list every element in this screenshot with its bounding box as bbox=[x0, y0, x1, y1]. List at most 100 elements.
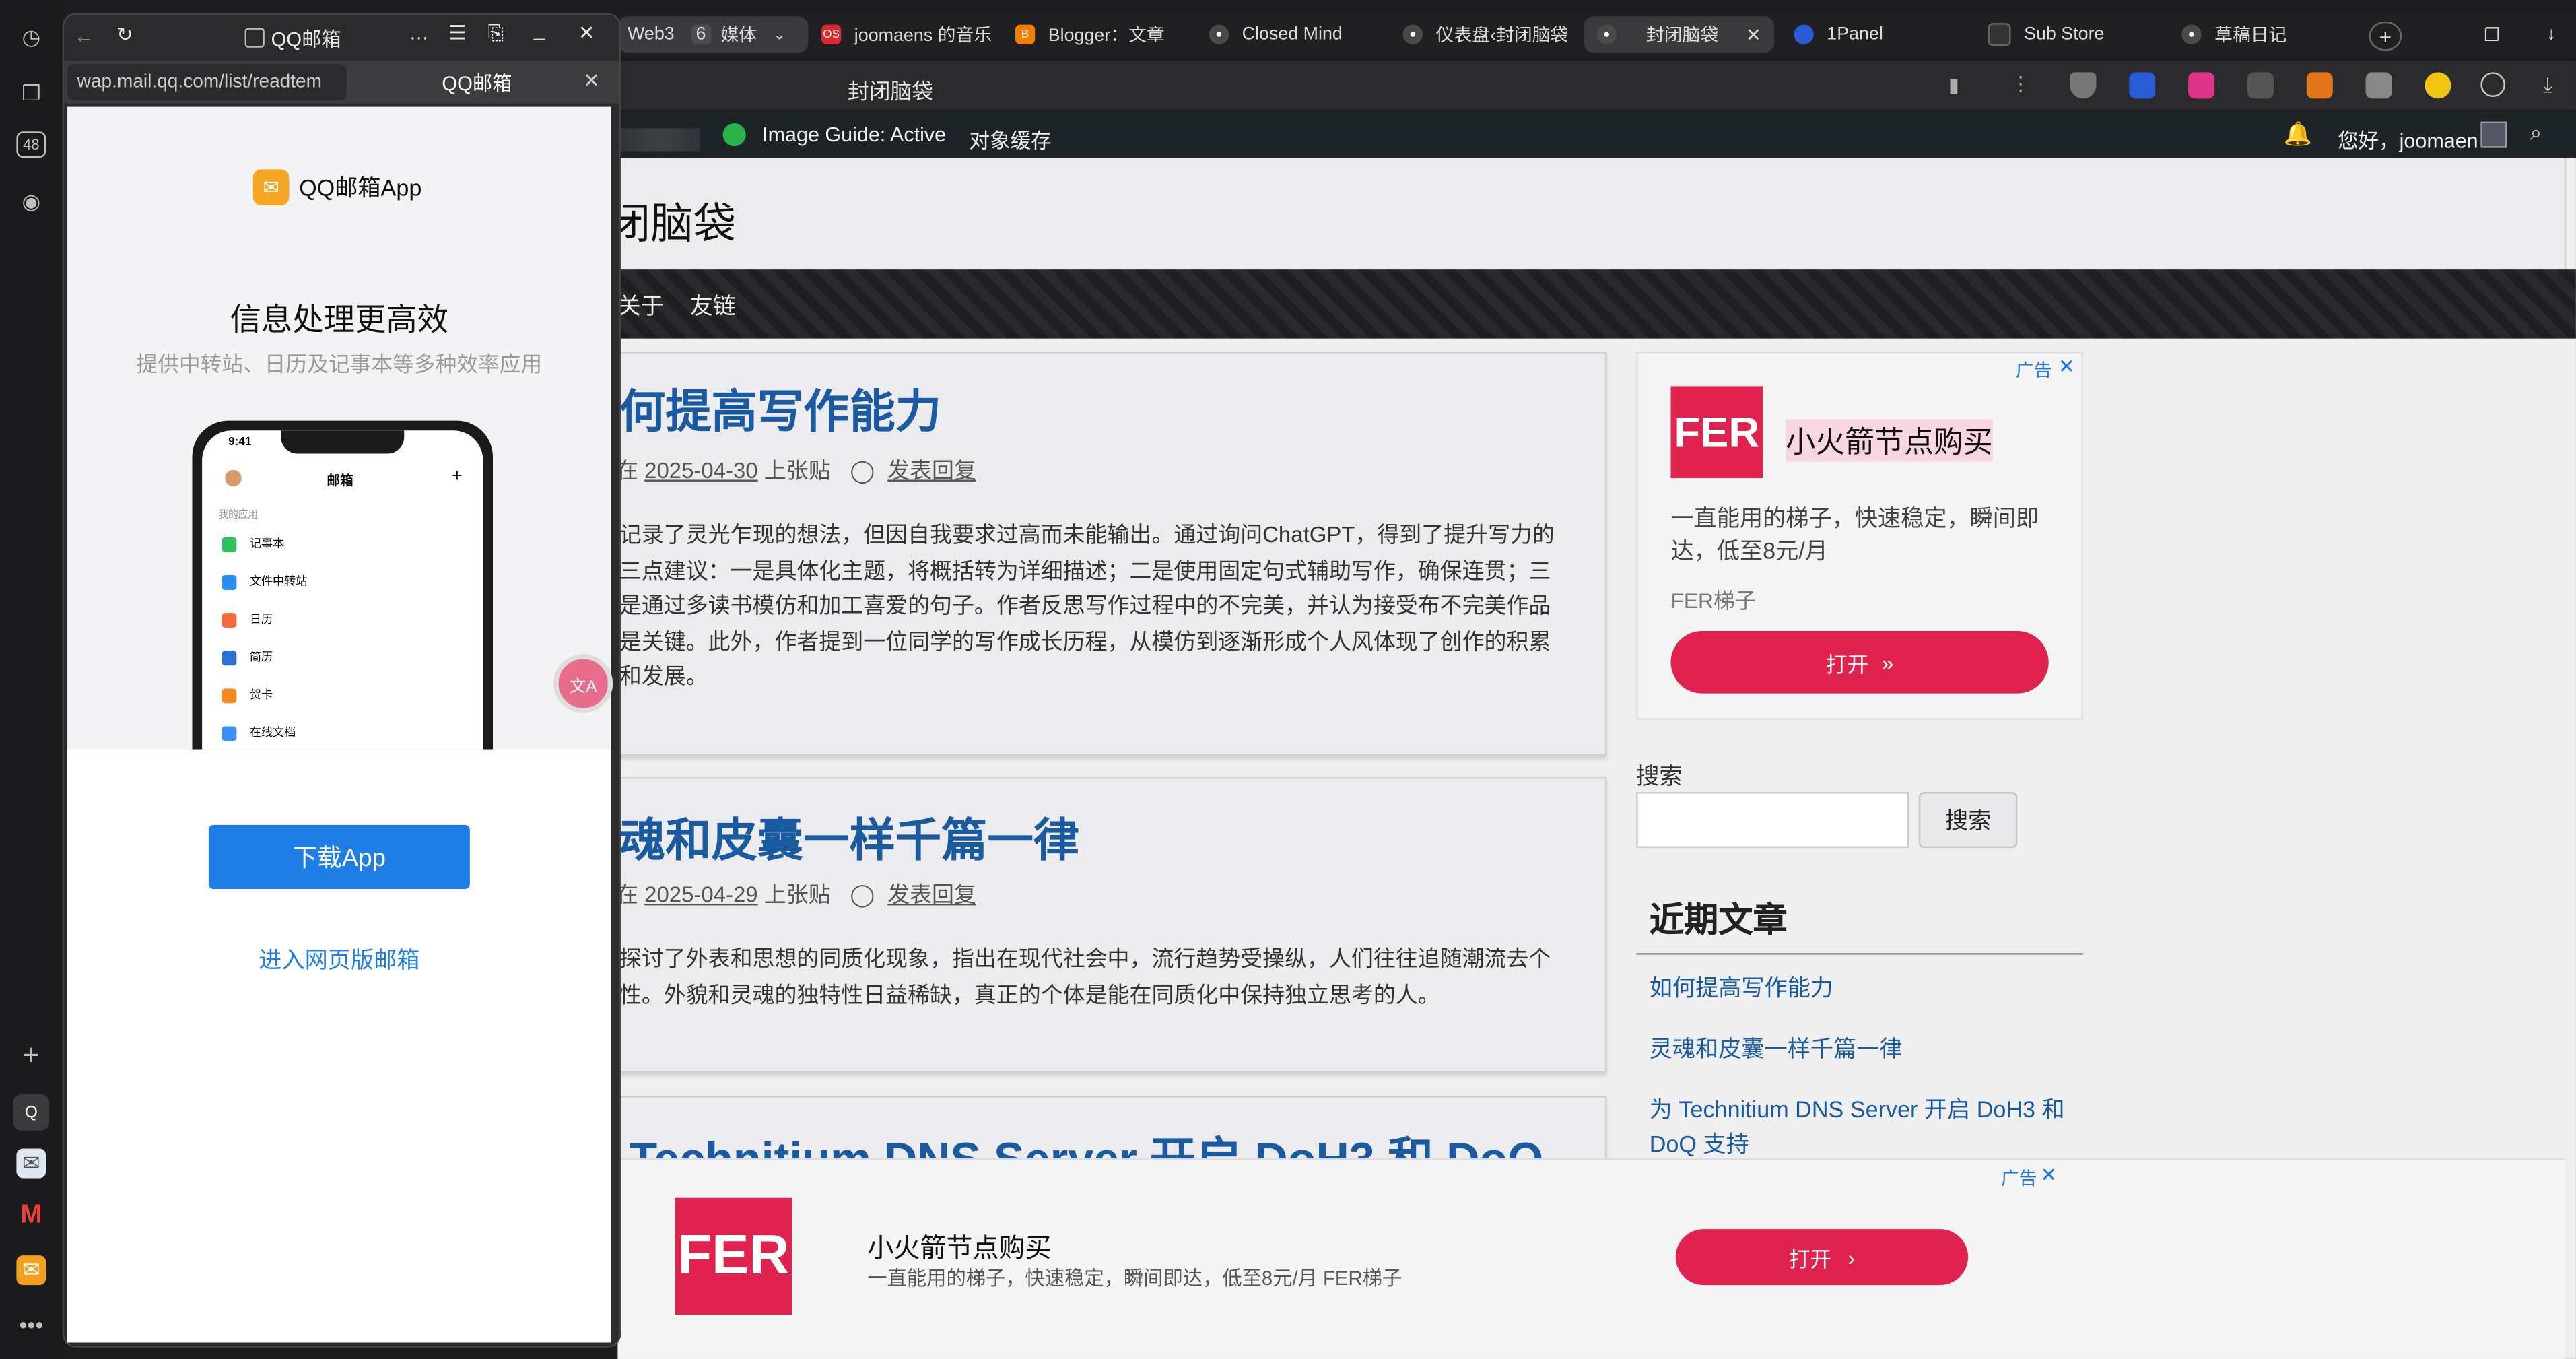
pin-icon[interactable]: ⎘ bbox=[488, 22, 504, 46]
nav-links[interactable]: 友链 bbox=[690, 289, 736, 322]
tab-closed-mind[interactable]: ● Closed Mind bbox=[1209, 16, 1390, 53]
metamask-extension-icon[interactable] bbox=[2306, 72, 2333, 99]
address-bar[interactable]: 封闭脑袋 ▮ ⋮ ⤓ bbox=[617, 61, 2576, 110]
post-title[interactable]: 魂和皮囊一样千篇一律 bbox=[619, 805, 1079, 871]
popup-tabs: wap.mail.qq.com/list/readtem QQ邮箱 ✕ bbox=[64, 61, 619, 104]
search-input[interactable] bbox=[1636, 792, 1909, 849]
qq-favicon-icon bbox=[244, 28, 265, 48]
ad-open-button[interactable]: 打开 » bbox=[1670, 630, 2049, 694]
tab-count-badge[interactable]: 48 bbox=[16, 131, 46, 158]
reply-link[interactable]: 发表回复 bbox=[887, 882, 976, 907]
promo-subheading: 提供中转站、日历及记事本等多种效率应用 bbox=[136, 352, 543, 376]
avatar[interactable] bbox=[2480, 121, 2507, 148]
search-label: 搜索 bbox=[1636, 762, 1683, 789]
minimize-icon[interactable]: _ bbox=[534, 18, 545, 41]
post-date-link[interactable]: 2025-04-30 bbox=[644, 459, 758, 484]
close-tab-icon[interactable]: ✕ bbox=[583, 69, 600, 92]
phone-app-row: 文件中转站 bbox=[222, 574, 307, 590]
image-guide-link[interactable]: Image Guide: Active bbox=[762, 123, 946, 146]
tab-draft-diary[interactable]: ● 草稿日记 bbox=[2181, 16, 2346, 53]
tabs-icon[interactable]: ❐ bbox=[16, 79, 46, 108]
glasses-extension-icon[interactable] bbox=[2247, 72, 2274, 99]
play-extension-icon[interactable] bbox=[2480, 72, 2505, 97]
tab-label: 仪表盘‹封闭脑袋 bbox=[1435, 26, 1569, 46]
chevron-down-icon[interactable]: ⌄ bbox=[773, 26, 785, 44]
close-tab-icon[interactable]: ✕ bbox=[1746, 24, 1761, 45]
site-header: 闭脑袋 bbox=[617, 158, 2567, 270]
screenshot-icon[interactable]: ◉ bbox=[16, 187, 46, 217]
reload-icon[interactable]: ↻ bbox=[116, 23, 133, 46]
search-icon[interactable]: ⌕ bbox=[2530, 120, 2542, 146]
download-app-button[interactable]: 下载App bbox=[208, 824, 470, 890]
tab-sub-store[interactable]: Sub Store bbox=[1988, 16, 2152, 53]
plane-extension-icon[interactable] bbox=[2365, 72, 2392, 99]
tab-1panel[interactable]: 1Panel bbox=[1794, 16, 1958, 53]
popup-url[interactable]: wap.mail.qq.com/list/readtem bbox=[67, 64, 347, 100]
face-extension-icon[interactable] bbox=[2425, 72, 2451, 99]
site-nav: 关于 友链 bbox=[617, 269, 2576, 339]
download-arrow-icon[interactable]: ⤓ bbox=[2543, 72, 2552, 98]
open-label: 打开 bbox=[1825, 651, 1869, 677]
web-mail-link[interactable]: 进入网页版邮箱 bbox=[67, 943, 611, 976]
music-icon: OS bbox=[821, 24, 842, 44]
recent-item[interactable]: 灵魂和皮囊一样千篇一律 bbox=[1650, 1032, 2076, 1065]
ad-brand: FER梯子 bbox=[1670, 588, 1757, 614]
tab-group-web3[interactable]: Web3 6 媒体 ⌄ bbox=[617, 16, 809, 53]
tab-active-closed-brain[interactable]: ● 封闭脑袋 ✕ bbox=[1584, 16, 1775, 53]
qq-mail-icon[interactable]: ✉ bbox=[16, 1255, 46, 1286]
phone-app-label: 在线文档 bbox=[249, 727, 296, 739]
tab-blogger[interactable]: B Blogger：文章 bbox=[1015, 16, 1196, 53]
search-button[interactable]: 搜索 bbox=[1918, 792, 2018, 849]
menu-dots-icon[interactable]: ⋮ bbox=[2011, 72, 2031, 95]
bottom-ad[interactable]: 广告 ✕ FER 小火箭节点购买 一直能用的梯子，快速稳定，瞬间即达，低至8元/… bbox=[617, 1158, 2565, 1359]
blog-page: 闭脑袋 关于 友链 何提高写作能力 在 2025-04-30 上张贴 ◯ 发表回… bbox=[617, 158, 2576, 1359]
greeting-link[interactable]: 您好，joomaen bbox=[2338, 123, 2478, 154]
object-cache-link[interactable]: 对象缓存 bbox=[970, 123, 1052, 154]
tab-label: 封闭脑袋 bbox=[1646, 26, 1719, 46]
promo-heading: 信息处理更高效 bbox=[230, 304, 449, 339]
popup-title: QQ邮箱 bbox=[271, 28, 341, 51]
comment-icon: ◯ bbox=[850, 882, 875, 907]
post-date-link[interactable]: 2025-04-29 bbox=[644, 882, 758, 907]
more-icon[interactable]: ••• bbox=[16, 1310, 46, 1339]
download-icon[interactable]: ↓ bbox=[2540, 16, 2563, 53]
ad-tag: 广告 bbox=[2015, 361, 2052, 382]
phone-app-row: 贺卡 bbox=[222, 687, 273, 703]
ad-close-icon[interactable]: ✕ bbox=[2040, 1164, 2057, 1187]
ad-open-button[interactable]: 打开 › bbox=[1675, 1229, 1969, 1286]
more-icon[interactable]: … bbox=[409, 22, 429, 44]
recent-item[interactable]: 为 Technitium DNS Server 开启 DoH3 和 DoQ 支持 bbox=[1650, 1093, 2076, 1162]
back-icon[interactable]: ← bbox=[74, 25, 94, 48]
new-tab-icon[interactable]: + bbox=[2369, 21, 2402, 51]
tab-label: 草稿日记 bbox=[2214, 26, 2287, 46]
gmail-icon[interactable]: M bbox=[16, 1201, 46, 1231]
ad-close-icon[interactable]: ✕ bbox=[2058, 355, 2075, 378]
recent-item[interactable]: 如何提高写作能力 bbox=[1650, 971, 2076, 1004]
brain-icon: ● bbox=[1209, 24, 1229, 44]
add-panel-icon[interactable]: + bbox=[16, 1038, 46, 1071]
popup-tab-title[interactable]: QQ邮箱 bbox=[442, 69, 512, 96]
sidebar-ad[interactable]: 广告 ✕ FER 小火箭节点购买 一直能用的梯子，快速稳定，瞬间即达，低至8元/… bbox=[1636, 352, 2083, 720]
nav-about[interactable]: 关于 bbox=[617, 289, 663, 322]
tab-music[interactable]: OS joomaens 的音乐 bbox=[821, 16, 1002, 53]
tab-strip: Web3 6 媒体 ⌄ OS joomaens 的音乐 B Blogger：文章… bbox=[617, 13, 2576, 58]
group-label: Web3 bbox=[628, 24, 675, 44]
translate-extension-icon[interactable] bbox=[2188, 72, 2215, 99]
tab-dashboard[interactable]: ● 仪表盘‹封闭脑袋 bbox=[1402, 16, 1584, 53]
bitwarden-extension-icon[interactable] bbox=[2129, 72, 2156, 99]
site-title[interactable]: 闭脑袋 bbox=[617, 191, 736, 251]
group-media-label: 媒体 bbox=[720, 26, 757, 46]
translate-float-icon[interactable]: 文A bbox=[553, 654, 613, 713]
bell-icon[interactable]: 🔔 bbox=[2284, 120, 2313, 147]
tab-overview-icon[interactable]: ❐ bbox=[2480, 16, 2503, 53]
reply-link[interactable]: 发表回复 bbox=[887, 459, 976, 484]
mail-app-icon[interactable]: ✉ bbox=[16, 1148, 46, 1179]
bookmark-icon[interactable]: ▮ bbox=[1948, 74, 1959, 97]
history-icon[interactable]: ◷ bbox=[16, 23, 46, 53]
post-title[interactable]: 何提高写作能力 bbox=[619, 376, 941, 442]
list-icon[interactable]: ☰ bbox=[448, 22, 466, 44]
open-label: 打开 bbox=[1788, 1246, 1832, 1271]
close-icon[interactable]: ✕ bbox=[578, 22, 595, 44]
shield-extension-icon[interactable] bbox=[2070, 72, 2097, 99]
qq-mail-panel-icon[interactable]: Q bbox=[13, 1094, 50, 1131]
